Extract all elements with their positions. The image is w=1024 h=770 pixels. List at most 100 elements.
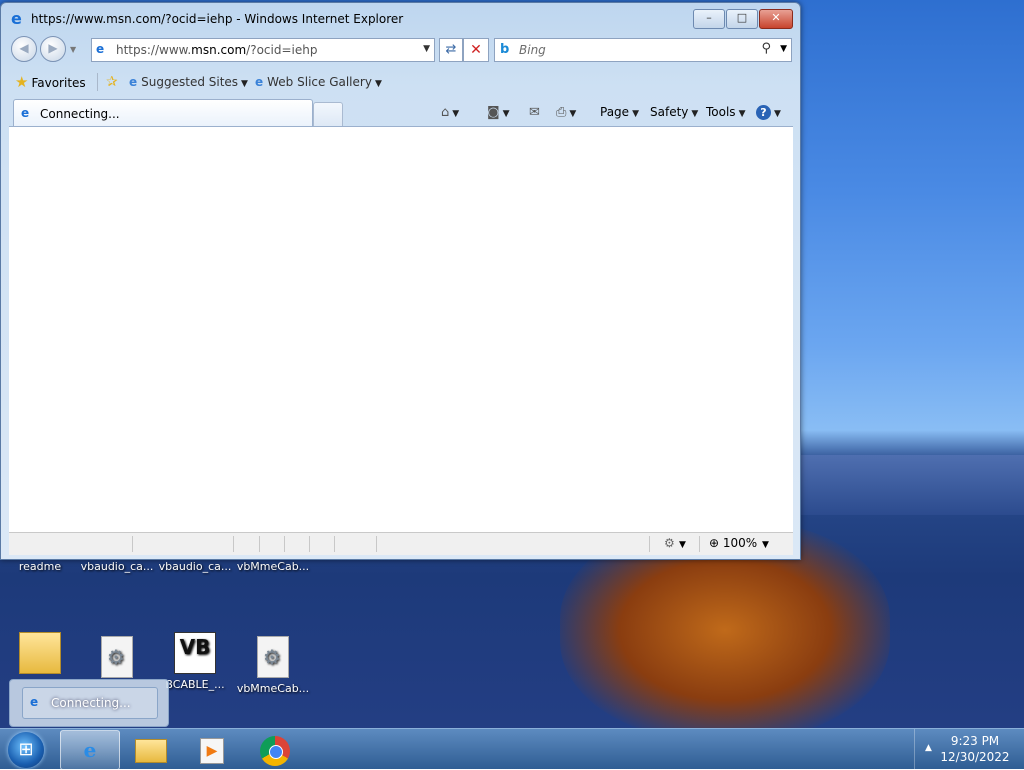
search-icon[interactable]: ⚲	[761, 41, 771, 56]
windows-logo-icon: ⊞	[18, 739, 34, 760]
title-bar[interactable]: e https://www.msn.com/?ocid=iehp - Windo…	[1, 3, 800, 33]
desktop-icon-label: readme	[18, 560, 62, 573]
wallpaper-horizon	[798, 455, 1024, 515]
chrome-icon	[260, 735, 290, 766]
folder-icon	[19, 632, 61, 674]
protected-mode-icon[interactable]: ⚙	[664, 536, 675, 550]
system-clock[interactable]: 9:23 PM 12/30/2022	[940, 733, 1010, 765]
clock-time: 9:23 PM	[950, 734, 1000, 748]
desktop-icon-label: vbMmeCab...	[236, 682, 310, 695]
bing-icon: b	[500, 42, 510, 57]
zoom-dropdown[interactable]: ▼	[762, 540, 769, 550]
page-content[interactable]	[9, 126, 793, 532]
preview-window[interactable]: e Connecting...	[22, 687, 158, 719]
desktop-icon-label: vbaudio_ca...	[158, 560, 232, 573]
taskbar-chrome[interactable]	[246, 730, 304, 768]
tab-active[interactable]: e Connecting...	[13, 99, 313, 127]
zoom-level[interactable]: ⊕ 100%	[709, 536, 757, 550]
safety-menu[interactable]: Safety ▼	[650, 103, 698, 121]
chevron-down-icon: ▼	[632, 109, 639, 119]
ie-page-icon: e	[255, 75, 264, 89]
home-button[interactable]: ⌂ ▼	[441, 103, 459, 121]
star-icon: ★	[15, 73, 29, 91]
desktop-icon-setup-file[interactable]	[77, 636, 157, 682]
suggested-sites-link[interactable]: e Suggested Sites ▼	[129, 71, 248, 93]
forward-button[interactable]: ▶	[40, 36, 66, 62]
minimize-button[interactable]: –	[693, 9, 725, 29]
status-bar: ⚙ ▼ ⊕ 100% ▼	[9, 532, 793, 555]
taskbar-media-player[interactable]: ▶	[183, 730, 241, 768]
search-options-dropdown[interactable]: ▼	[780, 44, 787, 54]
desktop-icon-vbaudio-1[interactable]: vbaudio_ca...	[77, 560, 157, 573]
status-divider	[699, 536, 700, 552]
new-tab-button[interactable]	[313, 102, 343, 127]
feeds-button[interactable]: ◙ ▼	[487, 103, 510, 121]
desktop-icon-vbmmecab-2[interactable]: vbMmeCab...	[233, 636, 313, 695]
show-hidden-icons-button[interactable]: ▲	[925, 743, 932, 753]
stop-button[interactable]: ✕	[463, 38, 489, 62]
read-mail-button[interactable]: ✉	[529, 103, 540, 121]
chevron-down-icon: ▼	[738, 109, 746, 119]
file-explorer-icon	[135, 738, 167, 763]
search-placeholder: Bing	[519, 43, 546, 57]
status-divider	[233, 536, 234, 552]
favorites-button[interactable]: ★ Favorites	[15, 71, 86, 93]
chevron-down-icon: ▼	[241, 79, 248, 89]
taskbar-file-explorer[interactable]	[122, 730, 180, 768]
address-dropdown-icon[interactable]: ▼	[423, 44, 430, 54]
mail-icon: ✉	[529, 105, 540, 120]
recent-pages-dropdown[interactable]: ▼	[70, 45, 76, 54]
printer-icon: ⎙	[556, 105, 567, 120]
preview-label: Connecting...	[51, 696, 131, 710]
print-button[interactable]: ⎙ ▼	[556, 103, 576, 121]
desktop-icon-vbaudio-2[interactable]: vbaudio_ca...	[155, 560, 235, 573]
desktop-icon-label: vbaudio_ca...	[80, 560, 154, 573]
taskbar: ⊞ e ▶ ▲ 9:23 PM 12/30/2022	[0, 728, 1024, 770]
home-icon: ⌂	[441, 105, 450, 120]
close-button[interactable]: ✕	[759, 9, 793, 29]
window-title: https://www.msn.com/?ocid=iehp - Windows…	[31, 12, 404, 26]
ie-window: e https://www.msn.com/?ocid=iehp - Windo…	[0, 2, 801, 560]
refresh-button[interactable]: ⇄	[439, 38, 463, 62]
status-divider	[376, 536, 377, 552]
maximize-button[interactable]: □	[726, 9, 758, 29]
desktop-icon-folder[interactable]	[0, 632, 80, 678]
web-slice-gallery-link[interactable]: e Web Slice Gallery ▼	[255, 71, 382, 93]
rss-feed-icon: ◙	[487, 105, 500, 120]
chevron-down-icon[interactable]: ▼	[679, 540, 686, 550]
zoom-icon: ⊕	[709, 536, 720, 550]
page-icon: e	[96, 42, 105, 56]
loading-ie-icon: e	[21, 106, 30, 120]
status-divider	[334, 536, 335, 552]
address-text[interactable]: https://www.msn.com/?ocid=iehp	[116, 43, 317, 57]
chevron-down-icon: ▼	[774, 109, 781, 119]
page-menu[interactable]: Page ▼	[600, 103, 639, 121]
add-to-favorites-bar-button[interactable]: ✰	[106, 71, 118, 93]
internet-explorer-icon: e	[11, 9, 22, 28]
internet-explorer-icon: e	[30, 695, 39, 709]
start-button[interactable]: ⊞	[8, 732, 44, 768]
chevron-down-icon: ▼	[502, 109, 510, 119]
favorites-bar: ★ Favorites ✰ e Suggested Sites ▼ e Web Slic…	[9, 69, 792, 97]
tab-label: Connecting...	[40, 107, 120, 121]
status-divider	[259, 536, 260, 552]
media-player-icon: ▶	[200, 737, 224, 764]
desktop-icon-readme[interactable]: readme	[0, 560, 80, 573]
add-favorite-icon: ✰	[106, 74, 118, 90]
help-icon: ?	[756, 105, 771, 120]
taskbar-preview[interactable]: e Connecting...	[9, 679, 169, 727]
chevron-down-icon: ▼	[691, 109, 699, 119]
search-box[interactable]: b Bing ⚲ ▼	[494, 38, 792, 62]
status-divider	[284, 536, 285, 552]
ie-page-icon: e	[129, 75, 138, 89]
tools-menu[interactable]: Tools ▼	[706, 103, 745, 121]
back-button[interactable]: ◀	[11, 36, 37, 62]
desktop-icon-vbmmecab-1[interactable]: vbMmeCab...	[233, 560, 313, 573]
settings-file-icon	[257, 636, 289, 678]
favorites-divider	[97, 73, 98, 91]
desktop-icon-label: vbMmeCab...	[236, 560, 310, 573]
help-button[interactable]: ? ▼	[756, 103, 781, 121]
status-divider	[649, 536, 650, 552]
address-bar[interactable]: e https://www.msn.com/?ocid=iehp ▼	[91, 38, 435, 62]
taskbar-internet-explorer[interactable]: e	[60, 730, 120, 770]
